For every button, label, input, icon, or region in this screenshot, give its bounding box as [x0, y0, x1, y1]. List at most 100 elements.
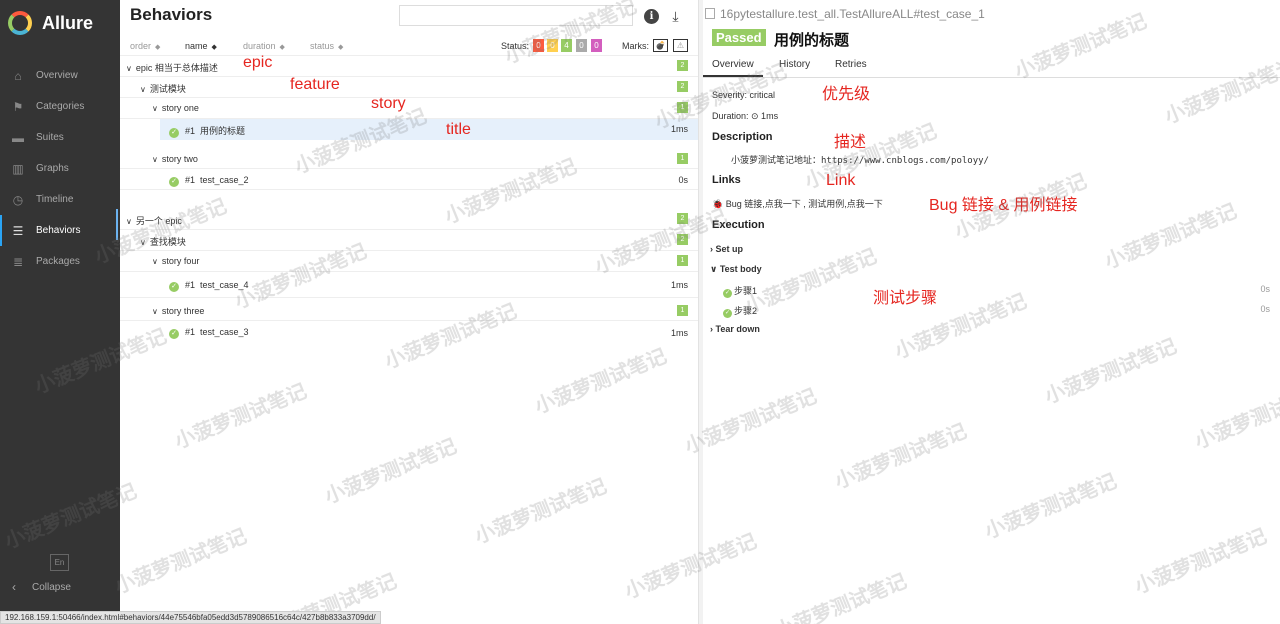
annotation-link: Link	[826, 172, 856, 189]
count-badge: 2	[677, 60, 688, 71]
search-input[interactable]	[399, 5, 633, 26]
tree-node-story[interactable]: ∨ story one 1	[120, 98, 698, 119]
teardown-toggle[interactable]: › Tear down	[710, 324, 760, 334]
tree-node-epic[interactable]: ∨ epic 相当于总体描述 2	[120, 56, 698, 77]
tree-node-feature[interactable]: ∨ 查找模块 2	[120, 230, 698, 251]
tree-node-story[interactable]: ∨ story four 1	[120, 251, 698, 272]
annotation-story: story	[371, 95, 406, 112]
chevron-down-icon: ∨	[152, 307, 158, 316]
links-heading: Links	[712, 174, 741, 186]
sidebar-item-timeline[interactable]: ◷ Timeline	[0, 184, 120, 215]
sidebar-item-label: Timeline	[36, 194, 74, 205]
chevron-down-icon: ∨	[126, 64, 132, 73]
brand[interactable]: Allure	[0, 0, 120, 46]
annotation-description: 描述	[834, 134, 867, 151]
tree-leaf-test-case[interactable]: ✓ #1 test_case_4 1ms	[120, 272, 698, 298]
step-row[interactable]: ✓ 步骤1	[723, 284, 757, 298]
duration: 1ms	[670, 124, 688, 134]
browser-status-bar: 192.168.159.1:50466/index.html#behaviors…	[0, 611, 381, 624]
tree-leaf-test-case[interactable]: ✓ #1 用例的标题 1ms	[160, 119, 698, 140]
tree-node-story[interactable]: ∨ story two 1	[120, 146, 698, 169]
tab-history[interactable]: History	[779, 59, 810, 75]
step-duration: 0s	[1260, 284, 1270, 294]
sidebar-item-overview[interactable]: ⌂ Overview	[0, 60, 120, 91]
count-badge: 1	[677, 305, 688, 316]
status-passed-toggle[interactable]: 4	[561, 39, 572, 52]
duration: Duration: ⊙ 1ms	[712, 111, 779, 121]
status-skipped-toggle[interactable]: 0	[576, 39, 587, 52]
tree-leaf-test-case[interactable]: ✓ #1 test_case_3 1ms	[120, 321, 698, 342]
tab-overview[interactable]: Overview	[703, 59, 763, 77]
sidebar-item-label: Categories	[36, 101, 85, 112]
sidebar-item-behaviors[interactable]: ☰ Behaviors	[0, 215, 120, 246]
bar-chart-icon: ▥	[12, 161, 24, 176]
copy-icon[interactable]	[705, 8, 715, 19]
clock-icon: ◷	[12, 192, 24, 207]
step-row[interactable]: ✓ 步骤2	[723, 304, 757, 318]
duration: 1ms	[670, 328, 688, 338]
status-unknown-toggle[interactable]: 0	[591, 39, 602, 52]
sidebar-item-label: Packages	[36, 256, 80, 267]
annotation-title: title	[446, 121, 471, 138]
sidebar-item-label: Suites	[36, 132, 64, 143]
marks-label: Marks:	[622, 41, 649, 51]
count-badge: 1	[677, 153, 688, 164]
status-badge: Passed	[712, 29, 766, 46]
flaky-mark-toggle[interactable]: 💣	[653, 39, 668, 52]
behaviors-pane: Behaviors i ⤓ order ◆ name ◆ duration ◆ sta…	[116, 0, 698, 624]
behaviors-header: Behaviors i ⤓	[120, 0, 698, 36]
annotation-feature: feature	[290, 76, 340, 93]
flag-icon: ⚑	[12, 99, 24, 114]
tree-node-epic[interactable]: ∨ 另一个 epic 2	[116, 209, 698, 240]
passed-icon: ✓	[169, 177, 179, 187]
sidebar-item-categories[interactable]: ⚑ Categories	[0, 91, 120, 122]
sidebar-item-label: Behaviors	[36, 225, 81, 236]
sort-duration[interactable]: duration ◆	[243, 41, 285, 51]
new-failed-mark-toggle[interactable]: ⚠	[673, 39, 688, 52]
selected-marker	[116, 209, 118, 240]
collapse-button[interactable]: ‹ Collapse	[12, 580, 71, 594]
tab-retries[interactable]: Retries	[835, 59, 867, 75]
passed-icon: ✓	[169, 329, 179, 339]
sidebar-item-graphs[interactable]: ▥ Graphs	[0, 153, 120, 184]
test-result-pane: 16pytestallure.test_all.TestAllureALL#te…	[703, 0, 1280, 624]
sidebar-item-label: Graphs	[36, 163, 69, 174]
chevron-down-icon: ∨	[126, 217, 132, 226]
info-icon[interactable]: i	[644, 9, 659, 24]
links[interactable]: 🐞 Bug 链接,点我一下 , 测试用例,点我一下	[712, 197, 883, 210]
app-name: Allure	[42, 12, 94, 33]
chevron-down-icon: ∨	[140, 85, 146, 94]
sort-order[interactable]: order ◆	[130, 41, 160, 51]
status-filter-label: Status:	[501, 41, 530, 51]
description-text: 小菠萝测试笔记地址：https://www.cnblogs.com/poloyy…	[731, 156, 989, 166]
chevron-down-icon: ∨	[140, 238, 146, 247]
sort-bar: order ◆ name ◆ duration ◆ status ◆ Status: 0…	[120, 36, 698, 56]
chevron-down-icon: ∨	[152, 155, 158, 164]
setup-toggle[interactable]: › Set up	[710, 244, 743, 254]
chevron-right-icon: ›	[710, 324, 713, 334]
status-broken-toggle[interactable]: 0	[547, 39, 558, 52]
tree-node-feature[interactable]: ∨ 测试模块 2	[120, 77, 698, 98]
tree-node-story[interactable]: ∨ story three 1	[120, 298, 698, 321]
test-title: 用例的标题	[774, 32, 850, 49]
chevron-right-icon: ›	[710, 244, 713, 254]
sidebar-nav: ⌂ Overview ⚑ Categories ▬ Suites ▥ Graph…	[0, 60, 120, 277]
sort-status[interactable]: status ◆	[310, 41, 343, 51]
test-body-toggle[interactable]: ∨ Test body	[710, 264, 762, 275]
severity: Severity: critical	[712, 90, 776, 100]
detail-tabs: Overview History Retries	[703, 56, 1280, 78]
annotation-bug-link: Bug 链接 & 用例链接	[929, 197, 1078, 214]
sidebar-item-packages[interactable]: ≣ Packages	[0, 246, 120, 277]
count-badge: 2	[677, 234, 688, 245]
passed-icon: ✓	[169, 282, 179, 292]
count-badge: 2	[677, 81, 688, 92]
sort-name[interactable]: name ◆	[185, 41, 217, 51]
execution-heading: Execution	[712, 219, 765, 231]
status-failed-toggle[interactable]: 0	[533, 39, 544, 52]
sidebar-item-suites[interactable]: ▬ Suites	[0, 122, 120, 153]
tree-leaf-test-case[interactable]: ✓ #1 test_case_2 0s	[120, 169, 698, 190]
annotation-epic: epic	[243, 54, 273, 71]
briefcase-icon: ▬	[12, 130, 24, 145]
language-button[interactable]: En	[50, 554, 69, 571]
download-icon[interactable]: ⤓	[668, 8, 683, 24]
